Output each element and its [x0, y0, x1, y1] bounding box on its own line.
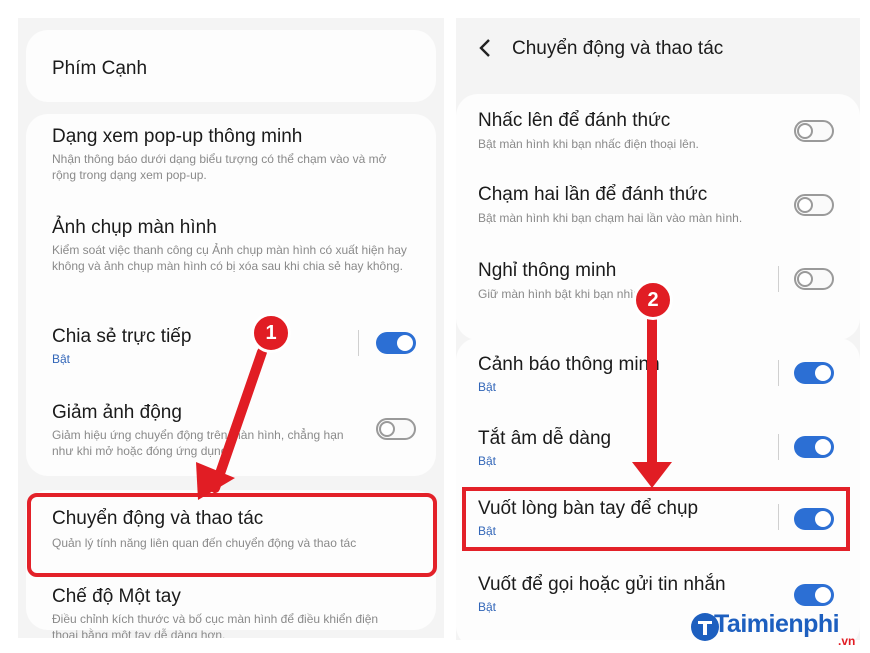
- step-1-badge: 1: [251, 313, 291, 353]
- watermark-logo: Taimienphi .vn: [690, 606, 868, 648]
- step-2-badge: 2: [633, 280, 673, 320]
- watermark-suffix: .vn: [838, 634, 856, 648]
- arrow-1-icon: [196, 307, 672, 500]
- watermark-brand: Taimienphi: [714, 610, 840, 638]
